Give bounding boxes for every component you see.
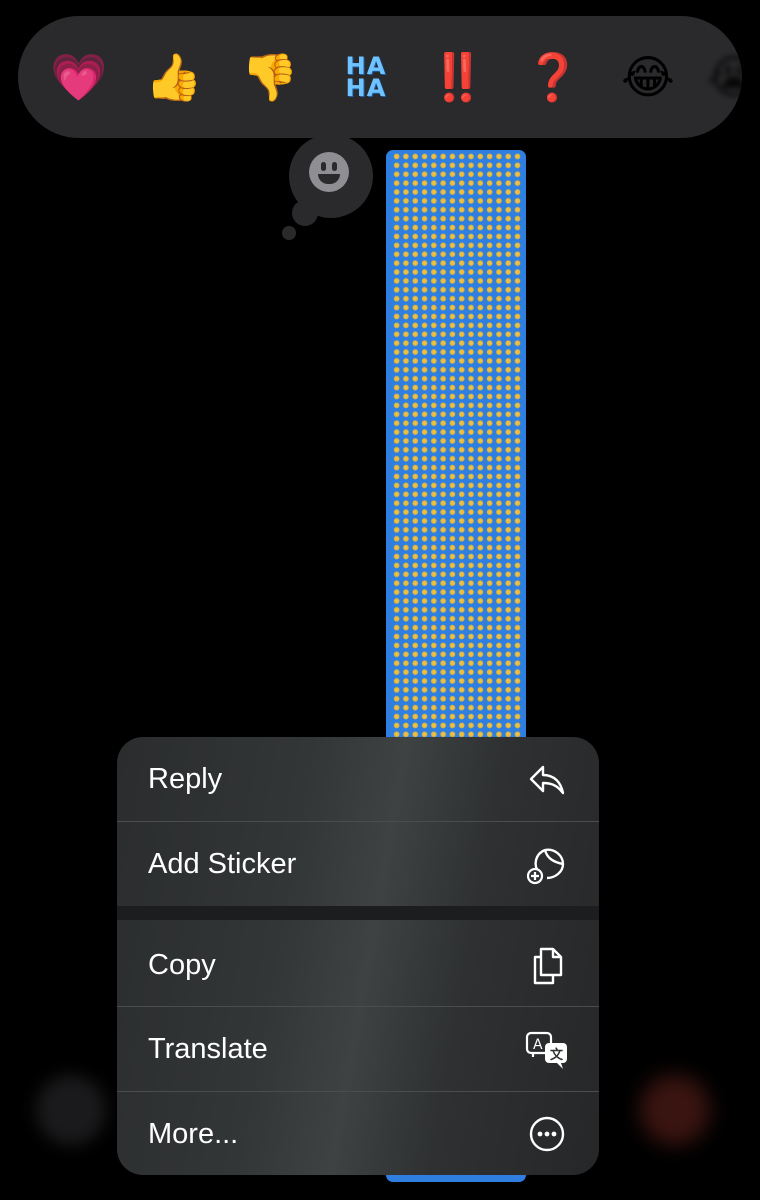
copy-label: Copy (148, 949, 216, 981)
translate-label: Translate (148, 1033, 268, 1065)
question-reaction-button[interactable]: ❓ (517, 41, 589, 113)
messages-screen: 💗 👍 👎 HA HA ‼️ ❓ 😂 😭 😄 (0, 0, 760, 1200)
more-menu-item[interactable]: More... (117, 1092, 599, 1175)
translate-menu-item[interactable]: Translate A 文 (117, 1007, 599, 1091)
thumbs-up-reaction-button[interactable]: 👍 (138, 41, 210, 113)
more-emoji-reaction-button[interactable]: 😭 (698, 41, 742, 113)
thumbs-down-reaction-button[interactable]: 👎 (234, 41, 306, 113)
more-icon (529, 1116, 565, 1152)
laughing-reaction-button[interactable]: 😂 (612, 41, 684, 113)
laughing-icon: 😂 (621, 50, 675, 104)
reply-label: Reply (148, 763, 223, 795)
menu-group-divider (117, 906, 599, 920)
heart-icon: 💗 (50, 50, 108, 104)
background-button-right (640, 1075, 710, 1145)
translate-icon: A 文 (525, 1031, 567, 1069)
smiley-face-icon (309, 152, 349, 192)
thumbs-up-icon: 👍 (145, 50, 203, 104)
sticker-bubble-tail-dot (282, 226, 296, 240)
thumbs-down-icon: 👎 (241, 50, 299, 104)
exclamation-icon: ‼️ (429, 50, 487, 104)
copy-icon (533, 947, 563, 985)
haha-reaction-button[interactable]: HA HA (330, 41, 402, 113)
background-button-left (36, 1075, 106, 1145)
svg-text:A: A (533, 1037, 543, 1053)
haha-icon-bottom: HA (345, 74, 387, 102)
add-sticker-label: Add Sticker (148, 848, 297, 880)
context-menu: Reply Add Sticker Copy Translate A 文 Mor… (117, 737, 599, 1175)
heart-reaction-button[interactable]: 💗 (43, 41, 115, 113)
message-bubble[interactable]: 😄 (386, 150, 526, 750)
add-sticker-menu-item[interactable]: Add Sticker (117, 822, 599, 906)
reply-icon (529, 765, 565, 795)
crying-icon: 😭 (707, 50, 742, 104)
message-text: 😄 (392, 152, 522, 748)
sticker-bubble-tail (292, 200, 318, 226)
svg-text:文: 文 (550, 1047, 564, 1063)
add-sticker-icon (526, 848, 565, 885)
more-label: More... (148, 1118, 239, 1150)
copy-menu-item[interactable]: Copy (117, 923, 599, 1007)
question-icon: ❓ (524, 50, 582, 104)
exclamation-reaction-button[interactable]: ‼️ (422, 41, 494, 113)
tapback-bar: 💗 👍 👎 HA HA ‼️ ❓ 😂 😭 (18, 16, 742, 138)
reply-menu-item[interactable]: Reply (117, 737, 599, 821)
